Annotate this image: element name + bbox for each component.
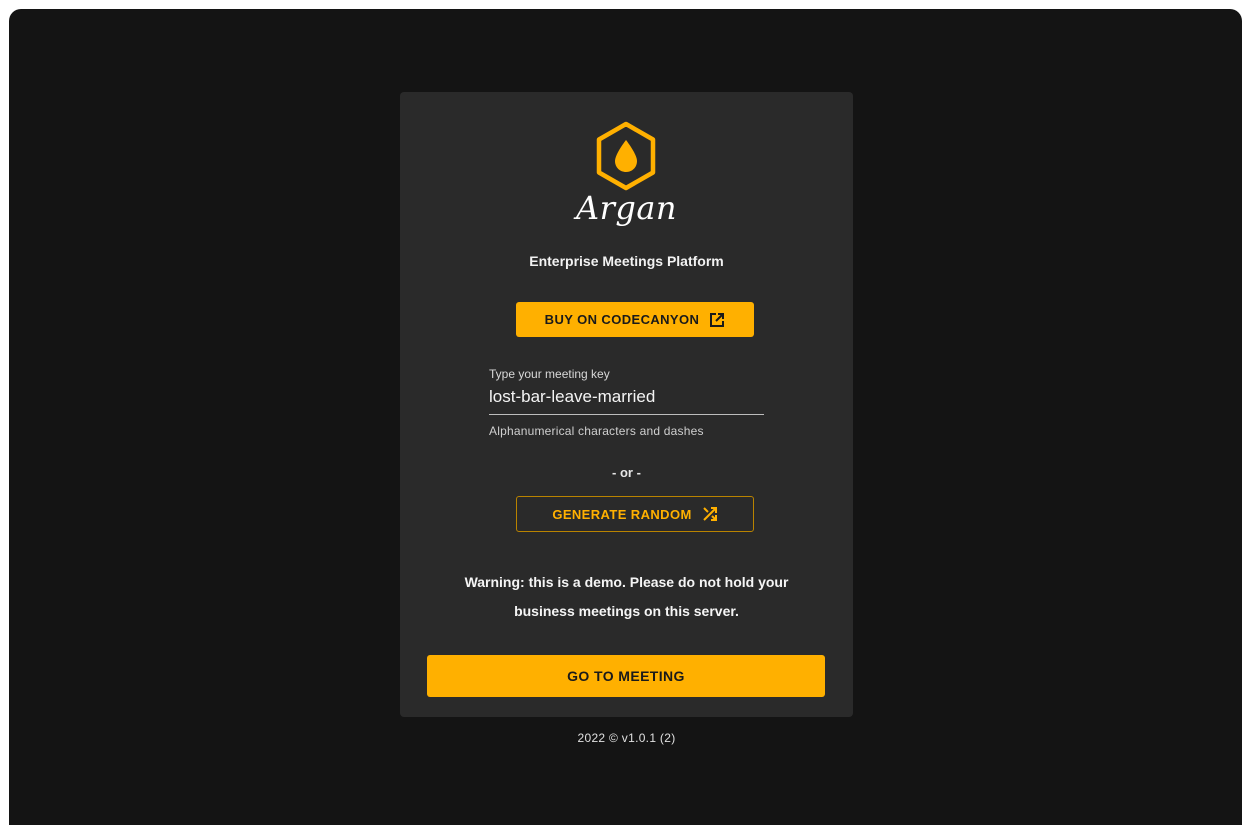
or-separator: - or - — [612, 465, 641, 480]
meeting-key-input[interactable] — [489, 387, 764, 415]
brand-tagline: Enterprise Meetings Platform — [529, 253, 724, 269]
generate-button-label: GENERATE RANDOM — [552, 506, 692, 522]
buy-on-codecanyon-button[interactable]: BUY ON CODECANYON — [516, 302, 754, 337]
meeting-key-label: Type your meeting key — [489, 367, 610, 381]
buy-button-label: BUY ON CODECANYON — [544, 312, 700, 327]
external-link-icon — [710, 312, 725, 327]
meeting-key-field: Type your meeting key Alphanumerical cha… — [489, 367, 764, 438]
drop-hexagon-icon — [596, 121, 656, 191]
footer-version: 2022 © v1.0.1 (2) — [577, 731, 676, 745]
go-button-label: GO TO MEETING — [567, 668, 685, 684]
brand-name: Argan — [575, 189, 678, 227]
meeting-card: Argan Enterprise Meetings Platform BUY O… — [400, 92, 853, 717]
meeting-key-helper: Alphanumerical characters and dashes — [489, 424, 704, 438]
shuffle-icon — [702, 507, 717, 521]
demo-warning: Warning: this is a demo. Please do not h… — [464, 574, 789, 619]
generate-random-button[interactable]: GENERATE RANDOM — [516, 496, 754, 532]
go-to-meeting-button[interactable]: GO TO MEETING — [427, 655, 825, 697]
app-window: Argan Enterprise Meetings Platform BUY O… — [9, 9, 1242, 825]
